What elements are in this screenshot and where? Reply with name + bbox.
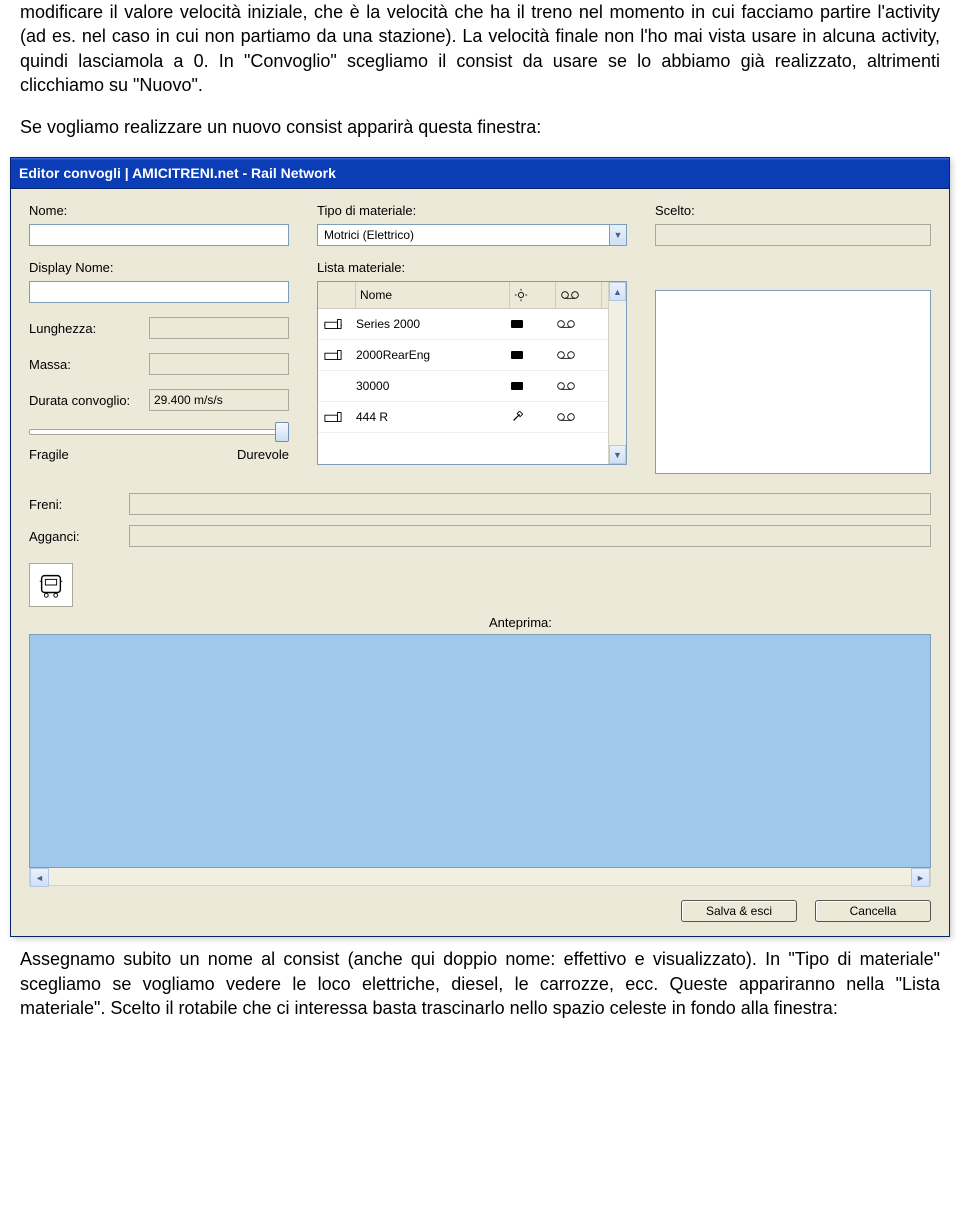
list-item[interactable]: 2000RearEng bbox=[318, 340, 608, 371]
tape-icon bbox=[556, 282, 602, 308]
display-nome-label: Display Nome: bbox=[29, 260, 289, 275]
tape-icon bbox=[556, 350, 602, 360]
save-exit-button[interactable]: Salva & esci bbox=[681, 900, 797, 922]
list-scrollbar[interactable]: ▲ ▼ bbox=[608, 282, 626, 464]
scelto-value bbox=[655, 224, 931, 246]
agganci-value bbox=[129, 525, 931, 547]
engine-icon bbox=[324, 348, 356, 362]
slider-max-label: Durevole bbox=[237, 447, 289, 462]
durability-slider[interactable] bbox=[29, 421, 289, 441]
agganci-label: Agganci: bbox=[29, 529, 129, 544]
engine-icon bbox=[324, 317, 356, 331]
chip-icon bbox=[510, 319, 556, 329]
durata-label: Durata convoglio: bbox=[29, 393, 149, 408]
material-list[interactable]: Nome Series 2000 bbox=[317, 281, 627, 465]
list-item[interactable]: Series 2000 bbox=[318, 309, 608, 340]
display-nome-input[interactable] bbox=[29, 281, 289, 303]
train-front-icon[interactable] bbox=[29, 563, 73, 607]
tape-icon bbox=[556, 412, 602, 422]
hammer-icon bbox=[510, 411, 556, 423]
scroll-right-icon[interactable]: ► bbox=[911, 868, 930, 887]
outro-paragraph: Assegnamo subito un nome al consist (anc… bbox=[20, 947, 940, 1020]
chip-icon bbox=[510, 350, 556, 360]
list-header: Nome bbox=[318, 282, 608, 309]
slider-thumb[interactable] bbox=[275, 422, 289, 442]
tipo-selected: Motrici (Elettrico) bbox=[324, 228, 414, 242]
lunghezza-value bbox=[149, 317, 289, 339]
massa-label: Massa: bbox=[29, 357, 149, 372]
nome-label: Nome: bbox=[29, 203, 289, 218]
scroll-up-icon[interactable]: ▲ bbox=[609, 282, 626, 301]
scroll-left-icon[interactable]: ◄ bbox=[30, 868, 49, 887]
col-nome[interactable]: Nome bbox=[356, 282, 510, 308]
scroll-down-icon[interactable]: ▼ bbox=[609, 445, 626, 464]
durata-value bbox=[149, 389, 289, 411]
preview-hscroll[interactable]: ◄ ► bbox=[29, 868, 931, 886]
nome-input[interactable] bbox=[29, 224, 289, 246]
freni-value bbox=[129, 493, 931, 515]
slider-min-label: Fragile bbox=[29, 447, 69, 462]
freni-label: Freni: bbox=[29, 497, 129, 512]
list-item-name: 444 R bbox=[356, 410, 510, 424]
massa-value bbox=[149, 353, 289, 375]
list-item[interactable]: 30000 bbox=[318, 371, 608, 402]
selected-list[interactable] bbox=[655, 290, 931, 474]
list-item-name: 2000RearEng bbox=[356, 348, 510, 362]
window-titlebar[interactable]: Editor convogli | AMICITRENI.net - Rail … bbox=[11, 158, 949, 189]
scelto-label: Scelto: bbox=[655, 203, 931, 218]
lunghezza-label: Lunghezza: bbox=[29, 321, 149, 336]
tape-icon bbox=[556, 381, 602, 391]
list-item-name: Series 2000 bbox=[356, 317, 510, 331]
tipo-label: Tipo di materiale: bbox=[317, 203, 627, 218]
cancel-button[interactable]: Cancella bbox=[815, 900, 931, 922]
list-item[interactable]: 444 R bbox=[318, 402, 608, 433]
window-title: Editor convogli | AMICITRENI.net - Rail … bbox=[19, 165, 336, 181]
list-item-name: 30000 bbox=[356, 379, 510, 393]
engine-icon bbox=[324, 410, 356, 424]
preview-area[interactable] bbox=[29, 634, 931, 868]
consist-editor-window: Editor convogli | AMICITRENI.net - Rail … bbox=[10, 157, 950, 937]
tipo-dropdown[interactable]: Motrici (Elettrico) ▼ bbox=[317, 224, 627, 246]
sun-icon bbox=[510, 282, 556, 308]
slider-track bbox=[29, 429, 289, 435]
anteprima-label: Anteprima: bbox=[489, 615, 931, 630]
intro-paragraph-2: Se vogliamo realizzare un nuovo consist … bbox=[20, 115, 940, 139]
intro-paragraph-1: modificare il valore velocità iniziale, … bbox=[20, 0, 940, 97]
chip-icon bbox=[510, 381, 556, 391]
lista-label: Lista materiale: bbox=[317, 260, 627, 275]
chevron-down-icon: ▼ bbox=[609, 225, 626, 245]
tape-icon bbox=[556, 319, 602, 329]
